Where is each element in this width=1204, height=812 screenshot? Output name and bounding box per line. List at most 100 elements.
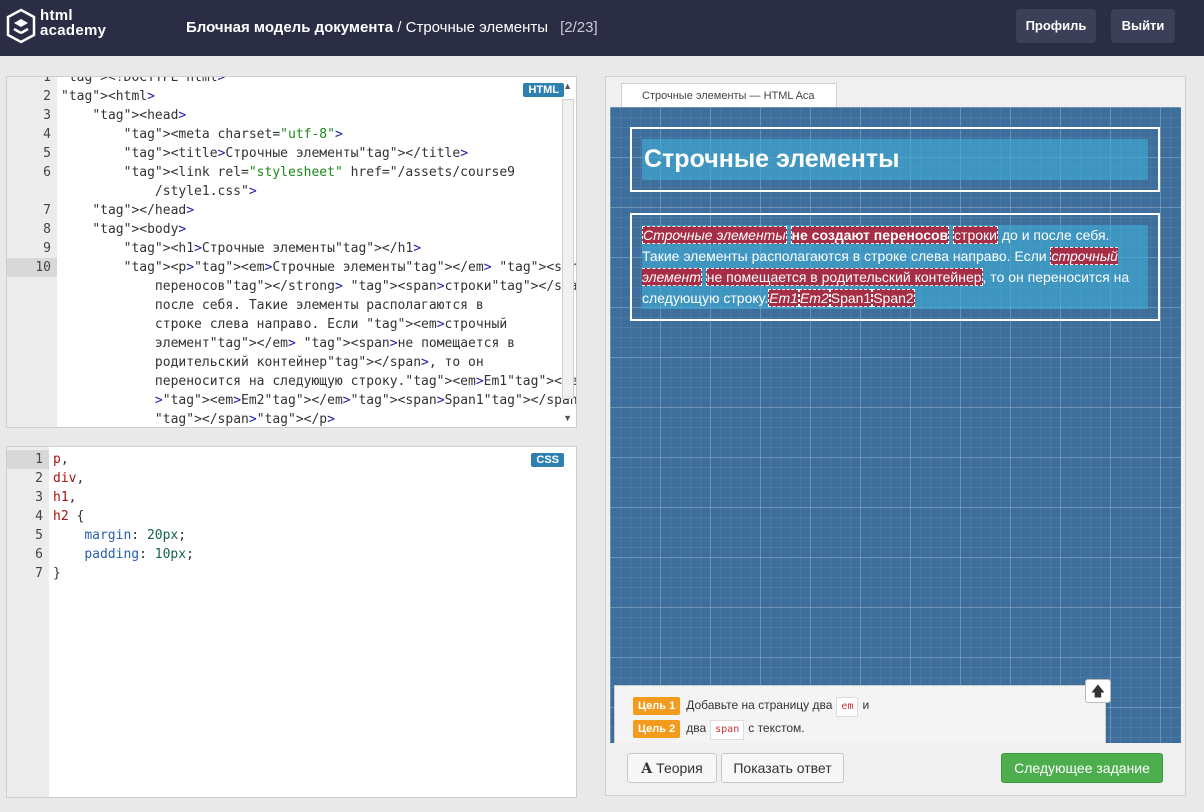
theory-book-icon: A <box>641 761 653 777</box>
line-number: 5 <box>43 146 51 161</box>
code-line[interactable]: "tag"><meta charset="utf-8"> <box>61 125 343 144</box>
code-line[interactable]: "tag"><!DOCTYPE html> <box>61 77 225 87</box>
line-number: 10 <box>7 258 57 277</box>
logo-text[interactable]: html academy <box>40 8 106 38</box>
css-editor-gutter: 1 2 3 4 5 6 7 <box>7 447 49 797</box>
breadcrumb-section[interactable]: Блочная модель документа <box>186 19 393 36</box>
code-line[interactable]: "tag"><p>"tag"><em>Строчные элементы"tag… <box>61 258 576 277</box>
line-number: 3 <box>43 108 51 123</box>
breadcrumb-separator: / <box>393 19 406 36</box>
goal-1-text-after: и <box>862 698 870 712</box>
code-line[interactable]: переносится на следующую строку."tag"><e… <box>61 372 576 391</box>
line-number: 6 <box>35 547 43 562</box>
line-number: 2 <box>43 89 51 104</box>
next-task-button[interactable]: Следующее задание <box>1001 753 1163 783</box>
goal-2-code: span <box>710 720 745 740</box>
line-number <box>7 182 57 201</box>
line-number <box>7 296 57 315</box>
line-number: 6 <box>43 165 51 180</box>
preview-panel: Строчные элементы — HTML Aca Строчные эл… <box>605 76 1186 796</box>
code-line[interactable]: после себя. Такие элементы располагаются… <box>61 296 484 315</box>
scroll-down-arrow-icon[interactable]: ▼ <box>563 413 572 423</box>
code-line[interactable]: "tag"><body> <box>61 220 186 239</box>
code-line[interactable]: /style1.css"> <box>61 182 257 201</box>
profile-button[interactable]: Профиль <box>1016 9 1096 43</box>
code-line[interactable]: "tag"><title>Строчные элементы"tag"></ti… <box>61 144 468 163</box>
goal-2-text: два <box>686 721 707 735</box>
preview-p-box: Строчные элементы не создают переносов с… <box>630 213 1160 321</box>
scroll-up-arrow-icon[interactable]: ▲ <box>563 81 572 91</box>
show-answer-button[interactable]: Показать ответ <box>721 753 844 783</box>
goal-1-text: Добавьте на страницу два <box>686 698 833 712</box>
code-line[interactable]: >"tag"><em>Em2"tag"></em>"tag"><span>Spa… <box>61 391 576 410</box>
line-number <box>7 372 57 391</box>
line-number <box>7 410 57 427</box>
line-number: 4 <box>43 127 51 142</box>
line-number: 2 <box>35 471 43 486</box>
theory-button[interactable]: A Теория <box>627 753 717 783</box>
code-line[interactable]: переносов"tag"></strong> "tag"><span>стр… <box>61 277 576 296</box>
breadcrumb-current: Строчные элементы <box>405 19 549 36</box>
line-number: 5 <box>35 528 43 543</box>
html-badge: HTML <box>523 83 564 97</box>
preview-span-4: Span2 <box>872 289 915 307</box>
logo-line-1: html <box>40 7 73 24</box>
code-line[interactable]: родительский контейнер"tag"></span>, то … <box>61 353 484 372</box>
line-number: 8 <box>43 222 51 237</box>
code-line[interactable]: p, <box>53 450 69 469</box>
line-number: 1 <box>43 76 51 85</box>
code-line[interactable]: "tag"></head> <box>61 201 194 220</box>
code-line[interactable]: "tag"><h1>Строчные элементы"tag"></h1> <box>61 239 421 258</box>
preview-span-3: Span1 <box>829 289 873 307</box>
preview-paragraph: Строчные элементы не создают переносов с… <box>642 225 1142 309</box>
html-academy-logo-icon[interactable] <box>6 8 36 46</box>
html-editor-gutter: 1 2 3 4 5 6 7 8 9 10 <box>7 77 57 427</box>
html-editor-scrollbar[interactable] <box>562 99 574 399</box>
goals-panel: Цель 1 Добавьте на страницу два em и Цель 2… <box>614 685 1106 743</box>
preview-frame: Строчные элементы Строчные элементы не с… <box>610 107 1181 743</box>
line-number <box>7 353 57 372</box>
code-line[interactable]: строке слева направо. Если "tag"><em>стр… <box>61 315 507 334</box>
line-number: 7 <box>43 203 51 218</box>
preview-em-3: Em1 <box>768 289 799 307</box>
code-line[interactable]: } <box>53 564 61 583</box>
goal-1: Цель 1 Добавьте на страницу два em и <box>633 696 870 717</box>
code-line[interactable]: margin: 20px; <box>53 526 186 545</box>
code-line[interactable]: padding: 10px; <box>53 545 194 564</box>
code-line[interactable]: "tag"><html> <box>61 87 155 106</box>
code-line[interactable]: h2 { <box>53 507 84 526</box>
line-number: 4 <box>35 509 43 524</box>
line-number <box>7 334 57 353</box>
goal-2: Цель 2 два span с текстом. <box>633 719 805 740</box>
top-bar: html academy Блочная модель документа / … <box>0 0 1204 56</box>
logout-button[interactable]: Выйти <box>1111 9 1175 43</box>
code-line[interactable]: "tag"><head> <box>61 106 186 125</box>
code-line[interactable]: h1, <box>53 488 76 507</box>
line-number: 9 <box>43 241 51 256</box>
code-line[interactable]: "tag"><link rel="stylesheet" href="/asse… <box>61 163 515 182</box>
preview-strong: не создают переносов <box>790 226 950 244</box>
preview-tab[interactable]: Строчные элементы — HTML Aca <box>621 83 837 107</box>
theory-label: Теория <box>656 760 703 776</box>
goal-1-badge: Цель 1 <box>633 697 681 715</box>
preview-em-1: Строчные элементы <box>642 226 787 244</box>
css-editor[interactable]: 1 2 3 4 5 6 7 p, div, h1, h2 { margin: 20px; padd… <box>6 446 577 798</box>
line-number: 7 <box>35 566 43 581</box>
code-line[interactable]: div, <box>53 469 84 488</box>
preview-span-2: не помещается в родительский контейнер <box>705 268 983 286</box>
line-number: 1 <box>7 450 49 469</box>
breadcrumb: Блочная модель документа / Строчные элем… <box>186 19 598 36</box>
preview-em-4: Em2 <box>798 289 830 307</box>
html-editor[interactable]: 1 2 3 4 5 6 7 8 9 10 "tag"><!DOCTYPE html> "tag"><… <box>6 76 577 428</box>
task-counter: [2/23] <box>560 19 598 36</box>
goal-2-text-after: с текстом. <box>748 721 805 735</box>
code-line[interactable]: элемент"tag"></em> "tag"><span>не помеща… <box>61 334 515 353</box>
code-line[interactable]: "tag"></span>"tag"></p> <box>61 410 335 427</box>
collapse-goals-arrow-up-icon[interactable]: 🡅 <box>1085 679 1111 703</box>
line-number <box>7 277 57 296</box>
preview-h1: Строчные элементы <box>644 145 900 173</box>
goal-1-code: em <box>836 697 859 717</box>
logo-line-2: academy <box>40 22 107 39</box>
goal-2-badge: Цель 2 <box>633 720 681 738</box>
line-number <box>7 315 57 334</box>
